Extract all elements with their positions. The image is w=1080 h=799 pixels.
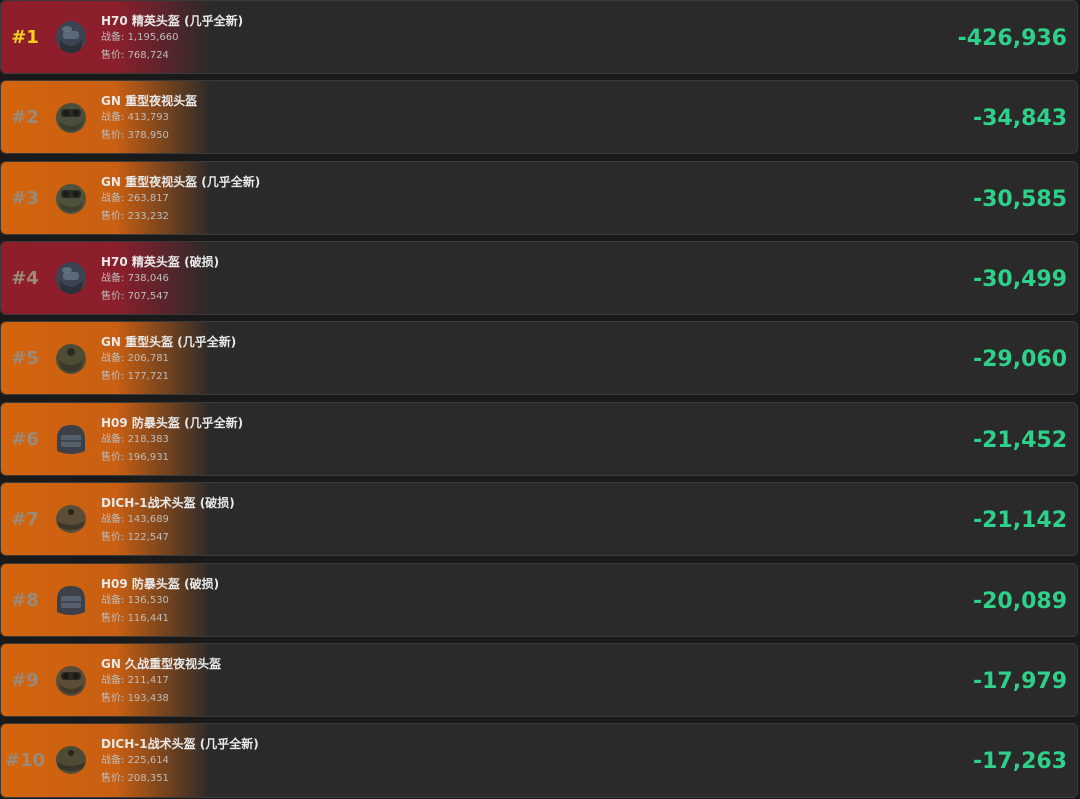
price-label: 售价: <box>101 532 128 543</box>
list-item[interactable]: #3 GN 重型夜视头盔 (几乎全新) 战备: 263,817 售价: 233,… <box>0 161 1078 235</box>
helmet-icon <box>56 21 86 53</box>
rank-label: #1 <box>11 27 39 48</box>
ranking-list: #1 H70 精英头盔 (几乎全新) 战备: 1,195,660 售价: 768… <box>0 0 1080 799</box>
net-value: -17,263 <box>972 749 1067 774</box>
gear-label: 战备: <box>101 595 128 606</box>
rank-label: #9 <box>11 670 39 691</box>
net-value: -34,843 <box>972 106 1067 131</box>
rank-label: #10 <box>4 750 46 771</box>
gear-value: 143,689 <box>127 514 169 525</box>
gear-value: 206,781 <box>127 353 169 364</box>
net-value: -426,936 <box>957 26 1067 51</box>
net-value: -21,142 <box>972 508 1067 533</box>
helmet-icon <box>56 666 86 696</box>
price-value: 768,724 <box>127 50 169 61</box>
price-label: 售价: <box>101 452 128 463</box>
price-label: 售价: <box>101 613 128 624</box>
helmet-icon <box>57 586 85 615</box>
item-name: GN 久战重型夜视头盔 <box>101 657 222 671</box>
gear-label: 战备: <box>101 353 128 364</box>
helmet-icon <box>56 262 86 294</box>
helmet-icon <box>56 505 86 533</box>
gear-label: 战备: <box>101 434 128 445</box>
helmet-icon <box>56 344 86 374</box>
item-name: H70 精英头盔 (几乎全新) <box>101 14 244 28</box>
gear-value: 211,417 <box>127 675 169 686</box>
item-name: GN 重型夜视头盔 (几乎全新) <box>101 175 261 189</box>
rank-label: #5 <box>11 348 39 369</box>
list-item[interactable]: #10 DICH-1战术头盔 (几乎全新) 战备: 225,614 售价: 20… <box>0 723 1078 798</box>
item-name: H09 防暴头盔 (破损) <box>101 577 220 591</box>
gear-value: 413,793 <box>127 112 169 123</box>
helmet-icon <box>57 425 85 454</box>
net-value: -30,499 <box>972 267 1067 292</box>
price-value: 378,950 <box>127 130 169 141</box>
gear-value: 218,383 <box>127 434 169 445</box>
list-item[interactable]: #6 H09 防暴头盔 (几乎全新) 战备: 218,383 售价: 196,9… <box>0 402 1078 476</box>
price-value: 177,721 <box>127 371 169 382</box>
price-value: 233,232 <box>127 211 169 222</box>
net-value: -20,089 <box>972 589 1067 614</box>
list-item[interactable]: #4 H70 精英头盔 (破损) 战备: 738,046 售价: 707,547… <box>0 241 1078 315</box>
gear-value: 263,817 <box>127 193 169 204</box>
price-value: 208,351 <box>127 773 169 784</box>
list-item[interactable]: #8 H09 防暴头盔 (破损) 战备: 136,530 售价: 116,441… <box>0 563 1078 637</box>
helmet-icon <box>56 746 86 774</box>
net-value: -21,452 <box>972 428 1067 453</box>
helmet-icon <box>56 184 86 214</box>
rank-label: #6 <box>11 429 39 450</box>
gear-label: 战备: <box>101 514 128 525</box>
price-value: 193,438 <box>127 693 169 704</box>
price-label: 售价: <box>101 773 128 784</box>
item-name: H09 防暴头盔 (几乎全新) <box>101 416 244 430</box>
helmet-icon <box>56 103 86 133</box>
net-value: -29,060 <box>972 347 1067 372</box>
rank-label: #3 <box>11 188 39 209</box>
item-name: H70 精英头盔 (破损) <box>101 255 220 269</box>
price-label: 售价: <box>101 211 128 222</box>
gear-label: 战备: <box>101 675 128 686</box>
gear-value: 225,614 <box>127 755 169 766</box>
rank-label: #7 <box>11 509 39 530</box>
price-label: 售价: <box>101 371 128 382</box>
net-value: -30,585 <box>972 187 1067 212</box>
price-label: 售价: <box>101 693 128 704</box>
list-item[interactable]: #1 H70 精英头盔 (几乎全新) 战备: 1,195,660 售价: 768… <box>0 0 1078 74</box>
item-name: GN 重型夜视头盔 <box>101 94 198 108</box>
price-label: 售价: <box>101 130 128 141</box>
gear-value: 738,046 <box>127 273 169 284</box>
item-name: GN 重型头盔 (几乎全新) <box>101 335 237 349</box>
item-name: DICH-1战术头盔 (几乎全新) <box>101 737 259 751</box>
gear-value: 136,530 <box>127 595 169 606</box>
gear-label: 战备: <box>101 273 128 284</box>
gear-label: 战备: <box>101 755 128 766</box>
item-name: DICH-1战术头盔 (破损) <box>101 496 235 510</box>
gear-label: 战备: <box>101 112 128 123</box>
price-value: 707,547 <box>127 291 169 302</box>
price-value: 122,547 <box>127 532 169 543</box>
rank-label: #2 <box>11 107 39 128</box>
gear-label: 战备: <box>101 193 128 204</box>
gear-value: 1,195,660 <box>127 32 179 43</box>
price-value: 196,931 <box>127 452 169 463</box>
rank-label: #8 <box>11 590 39 611</box>
gear-label: 战备: <box>101 32 128 43</box>
list-item[interactable]: #5 GN 重型头盔 (几乎全新) 战备: 206,781 售价: 177,72… <box>0 321 1078 395</box>
price-label: 售价: <box>101 291 128 302</box>
net-value: -17,979 <box>972 669 1067 694</box>
list-item[interactable]: #7 DICH-1战术头盔 (破损) 战备: 143,689 售价: 122,5… <box>0 482 1078 556</box>
rank-label: #4 <box>11 268 39 289</box>
price-value: 116,441 <box>127 613 169 624</box>
list-item[interactable]: #9 GN 久战重型夜视头盔 战备: 211,417 售价: 193,438 -… <box>0 643 1078 717</box>
price-label: 售价: <box>101 50 128 61</box>
list-item[interactable]: #2 GN 重型夜视头盔 战备: 413,793 售价: 378,950 -34… <box>0 80 1078 154</box>
